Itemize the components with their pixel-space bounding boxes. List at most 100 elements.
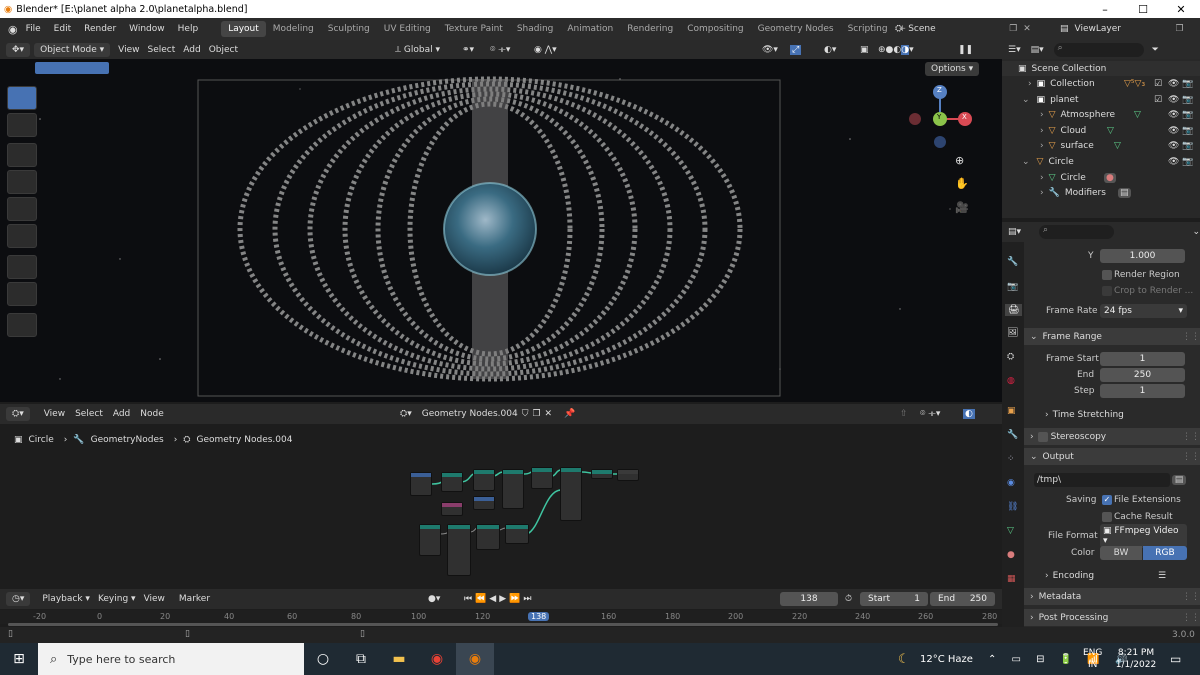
drag-handle-icon[interactable]: ⋮⋮ <box>1182 432 1200 442</box>
timeline-menu-marker[interactable]: Marker <box>179 594 210 604</box>
mode-dropdown[interactable]: Object Mode ▾ <box>34 42 111 57</box>
node[interactable] <box>410 472 432 496</box>
filter-icon[interactable]: ⏷ <box>1152 45 1159 55</box>
eye-icon[interactable]: 👁 <box>1168 126 1179 136</box>
color-rgb-button[interactable]: RGB <box>1143 545 1187 560</box>
node-menu-node[interactable]: Node <box>140 409 164 419</box>
eye-icon[interactable]: 👁 <box>1168 110 1179 120</box>
camera-icon[interactable]: 📷 <box>1182 141 1193 151</box>
output-panel-header[interactable]: ⌄ Output ⋮⋮ <box>1024 448 1200 465</box>
expand-icon[interactable]: › <box>1040 110 1044 120</box>
timeline-scrollbar[interactable] <box>8 623 998 626</box>
camera-icon[interactable]: 📷 <box>1182 79 1193 89</box>
eye-icon[interactable]: 👁 <box>1168 95 1179 105</box>
drag-handle-icon[interactable]: ⋮⋮ <box>1182 613 1200 623</box>
node-menu-add[interactable]: Add <box>113 409 130 419</box>
tab-geometry-nodes[interactable]: Geometry Nodes <box>751 21 841 37</box>
node[interactable] <box>505 524 529 544</box>
current-frame-field[interactable]: 138 <box>780 592 838 606</box>
collapse-icon[interactable]: ⌄ <box>1192 227 1200 237</box>
node[interactable] <box>560 467 582 521</box>
node[interactable] <box>617 469 639 481</box>
cache-result-checkbox[interactable] <box>1102 512 1112 522</box>
pause-render-icon[interactable]: ❚❚ <box>958 45 973 55</box>
viewport-menu-object[interactable]: Object <box>209 45 238 55</box>
viewport-menu-add[interactable]: Add <box>183 45 200 55</box>
constraints-tab-icon[interactable]: ⛓ <box>1007 502 1018 512</box>
node[interactable] <box>473 469 495 491</box>
drag-handle-icon[interactable]: ⋮⋮ <box>1182 452 1200 462</box>
rotate-tool[interactable] <box>7 170 37 194</box>
output-path-field[interactable]: /tmp\ <box>1034 472 1170 487</box>
expand-icon[interactable]: › <box>1040 173 1044 183</box>
shading-modes[interactable]: ⊕●◐◑▾ <box>878 44 914 55</box>
maximize-button[interactable]: ☐ <box>1124 3 1162 16</box>
cortana-icon[interactable]: ○ <box>304 643 342 675</box>
node[interactable] <box>502 469 524 509</box>
color-bw-button[interactable]: BW <box>1100 545 1142 560</box>
blender-menu-icon[interactable]: ◉ <box>8 23 18 36</box>
blender-taskbar-icon[interactable]: ◉ <box>456 643 494 675</box>
file-extensions-checkbox[interactable]: ✓ <box>1102 495 1112 505</box>
proportional-edit-icon[interactable]: ◉ ⋀▾ <box>534 45 557 55</box>
stereoscopy-checkbox[interactable] <box>1037 431 1048 442</box>
outliner-editor-icon[interactable]: ☰▾ <box>1008 45 1021 55</box>
transform-tool[interactable] <box>7 224 37 248</box>
frame-end-field[interactable]: 250 <box>1100 368 1185 382</box>
overlay-icon[interactable]: ◐▾ <box>824 45 836 55</box>
frame-step-field[interactable]: 1 <box>1100 384 1185 398</box>
list-icon[interactable]: ☰ <box>1158 571 1166 581</box>
object-tab-icon[interactable]: ▣ <box>1007 406 1016 416</box>
data-tab-icon[interactable]: ▽ <box>1007 526 1014 536</box>
chrome-icon[interactable]: ◉ <box>418 643 456 675</box>
start-frame-field[interactable]: Start 1 <box>860 592 928 606</box>
outliner-row[interactable]: ▣ Scene Collection <box>1002 61 1200 76</box>
display-mode-icon[interactable]: ▤▾ <box>1031 45 1044 55</box>
measure-tool[interactable] <box>7 282 37 306</box>
parent-node-tree-icon[interactable]: ⇧ <box>900 409 908 419</box>
drag-handle-icon[interactable]: ⋮⋮ <box>1182 592 1200 602</box>
node[interactable] <box>447 524 471 576</box>
tab-rendering[interactable]: Rendering <box>620 21 680 37</box>
eye-icon[interactable]: 👁 <box>1168 141 1179 151</box>
time-stretching-header[interactable]: › Time Stretching <box>1024 408 1200 422</box>
menu-render[interactable]: Render <box>84 24 116 34</box>
expand-icon[interactable]: ⌄ <box>1022 95 1030 105</box>
expand-icon[interactable]: › <box>1040 188 1044 198</box>
expand-icon[interactable]: › <box>1040 126 1044 136</box>
file-explorer-icon[interactable]: ▬ <box>380 643 418 675</box>
material-tab-icon[interactable]: ● <box>1007 550 1015 560</box>
outliner-row[interactable]: › ▽ Atmosphere ▽ 👁 📷 <box>1002 107 1200 122</box>
eye-icon[interactable]: 👁 <box>1168 157 1179 167</box>
taskbar-search-box[interactable]: ⌕ Type here to search <box>38 643 304 675</box>
new-scene-icon[interactable]: ❐ <box>1009 24 1017 34</box>
node-menu-view[interactable]: View <box>44 409 65 419</box>
tab-scripting[interactable]: Scripting <box>841 21 895 37</box>
properties-search-input[interactable]: ⌕ <box>1039 225 1115 239</box>
physics-tab-icon[interactable]: ◉ <box>1007 478 1015 488</box>
menu-help[interactable]: Help <box>178 24 199 34</box>
node-tree-selector[interactable]: ⛭▾ Geometry Nodes.004 ⛉ ❐ ✕ 📌 <box>400 409 575 419</box>
xray-icon[interactable]: ▣ <box>860 45 869 55</box>
particles-tab-icon[interactable]: ⁘ <box>1007 454 1015 464</box>
camera-view-icon[interactable]: 🎥 <box>955 201 969 214</box>
drag-handle-icon[interactable]: ⋮⋮ <box>1182 332 1200 342</box>
add-cube-tool[interactable] <box>7 313 37 337</box>
camera-icon[interactable]: 📷 <box>1182 157 1193 167</box>
3d-viewport[interactable]: Options ▾ Z X Y ⊕ ✋ 🎥 <box>0 59 1002 402</box>
snap-icon[interactable]: ⌾ ⟛▾ <box>920 409 940 419</box>
expand-icon[interactable]: › <box>1040 141 1044 151</box>
node[interactable] <box>441 472 463 492</box>
outliner-row[interactable]: ⌄ ▣ planet ☑ 👁 📷 <box>1002 92 1200 107</box>
node[interactable] <box>476 524 500 550</box>
view-layer-tab-icon[interactable]: 🖼 <box>1007 328 1018 338</box>
tab-compositing[interactable]: Compositing <box>680 21 750 37</box>
node-editor-type-dropdown[interactable]: ⛭▾ <box>6 407 30 421</box>
end-frame-field[interactable]: End 250 <box>930 592 995 606</box>
task-view-icon[interactable]: ⧉ <box>342 643 380 675</box>
navigation-gizmo[interactable]: Z X Y <box>905 84 975 154</box>
select-box-tool[interactable] <box>7 86 37 110</box>
view-layer-selector[interactable]: ▤ ViewLayer ❐ <box>1060 24 1184 34</box>
checkbox-icon[interactable]: ☑ <box>1154 95 1162 105</box>
scale-tool[interactable] <box>7 197 37 221</box>
